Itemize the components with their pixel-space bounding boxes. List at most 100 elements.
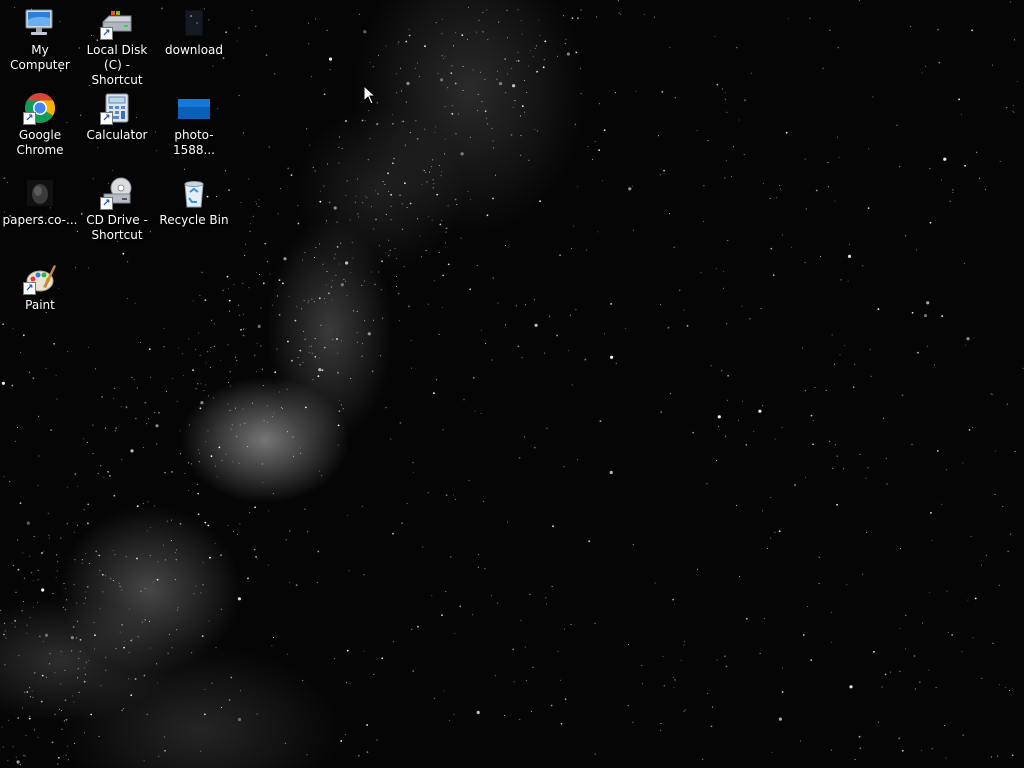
hard-drive-icon: ↗ — [100, 6, 134, 40]
desktop-icon-label: CD Drive - Shortcut — [86, 213, 148, 242]
star — [200, 401, 204, 405]
star — [273, 412, 275, 414]
star — [266, 421, 268, 423]
star — [16, 760, 20, 764]
star — [26, 624, 28, 626]
desktop-icon-photo-1588[interactable]: photo-1588... — [154, 87, 234, 158]
star — [214, 465, 216, 467]
star — [597, 231, 599, 233]
desktop-background[interactable]: My Computer ↗ Google Chrome papers.co-..… — [0, 0, 1024, 768]
star — [17, 539, 19, 541]
star — [472, 614, 473, 616]
desktop-icon-local-disk-shortcut[interactable]: ↗ Local Disk (C) - Shortcut — [77, 2, 157, 88]
star — [0, 610, 2, 611]
star — [369, 61, 371, 63]
star — [441, 33, 443, 35]
star — [197, 513, 200, 516]
star — [732, 146, 734, 148]
star — [911, 311, 914, 314]
star — [240, 328, 242, 331]
desktop-icon-download[interactable]: download — [154, 2, 234, 58]
star — [303, 300, 305, 301]
star — [557, 55, 558, 57]
star — [66, 487, 68, 489]
star — [244, 255, 246, 256]
star — [396, 258, 398, 259]
star — [758, 409, 762, 413]
star — [781, 667, 783, 669]
star — [17, 717, 20, 719]
star — [519, 719, 521, 720]
star — [963, 263, 965, 265]
star — [247, 446, 249, 448]
star — [491, 595, 492, 597]
star — [575, 51, 578, 54]
star — [19, 502, 22, 505]
star — [381, 260, 383, 263]
star — [245, 243, 247, 245]
star — [280, 188, 281, 189]
desktop-icon-recycle-bin[interactable]: Recycle Bin — [154, 172, 234, 228]
star — [743, 154, 745, 156]
star — [809, 17, 811, 19]
star — [237, 597, 241, 601]
star — [63, 583, 65, 584]
star — [296, 306, 298, 308]
star — [204, 713, 206, 716]
star — [271, 645, 273, 647]
star — [412, 462, 414, 464]
star — [153, 505, 155, 507]
desktop-icon-paint[interactable]: ↗ Paint — [0, 257, 80, 313]
star — [325, 284, 327, 286]
desktop-icon-my-computer[interactable]: My Computer — [0, 2, 80, 73]
star — [317, 375, 320, 378]
desktop-icon-label: Paint — [25, 298, 55, 312]
desktop-icon-google-chrome[interactable]: ↗ Google Chrome — [0, 87, 80, 158]
star — [594, 141, 596, 143]
star — [441, 18, 443, 20]
star — [432, 159, 434, 161]
desktop-icon-cd-drive-shortcut[interactable]: ↗ CD Drive - Shortcut — [77, 172, 157, 243]
star — [274, 371, 277, 374]
star — [913, 655, 916, 657]
star — [870, 375, 872, 377]
star — [57, 561, 59, 563]
star — [641, 683, 643, 685]
recycle-bin-icon — [177, 176, 211, 210]
star — [373, 228, 375, 230]
image-file-icon — [177, 91, 211, 125]
star — [25, 735, 27, 737]
star — [2, 746, 4, 748]
star — [183, 168, 185, 170]
star — [596, 16, 597, 18]
star — [280, 407, 282, 409]
star — [692, 431, 695, 434]
computer-icon — [23, 6, 57, 40]
star — [534, 323, 538, 327]
star — [301, 308, 303, 310]
desktop-icon-calculator[interactable]: ↗ Calculator — [77, 87, 157, 143]
star — [41, 588, 45, 592]
star — [960, 114, 962, 116]
star — [447, 87, 449, 89]
star — [306, 754, 308, 756]
star — [56, 398, 58, 400]
star — [336, 246, 339, 248]
star — [368, 110, 370, 112]
star — [378, 54, 380, 56]
star — [262, 368, 264, 370]
star — [594, 753, 596, 755]
star — [31, 690, 33, 692]
star — [146, 423, 148, 425]
desktop-icon-papers-co[interactable]: papers.co-... — [0, 172, 80, 228]
star — [477, 554, 479, 556]
star — [176, 629, 178, 631]
star — [382, 181, 384, 183]
star — [166, 520, 168, 522]
star — [847, 280, 849, 282]
desktop-icon-label: Recycle Bin — [159, 213, 229, 227]
star — [443, 58, 444, 59]
star — [155, 424, 159, 428]
star — [255, 25, 257, 27]
star — [484, 568, 486, 570]
